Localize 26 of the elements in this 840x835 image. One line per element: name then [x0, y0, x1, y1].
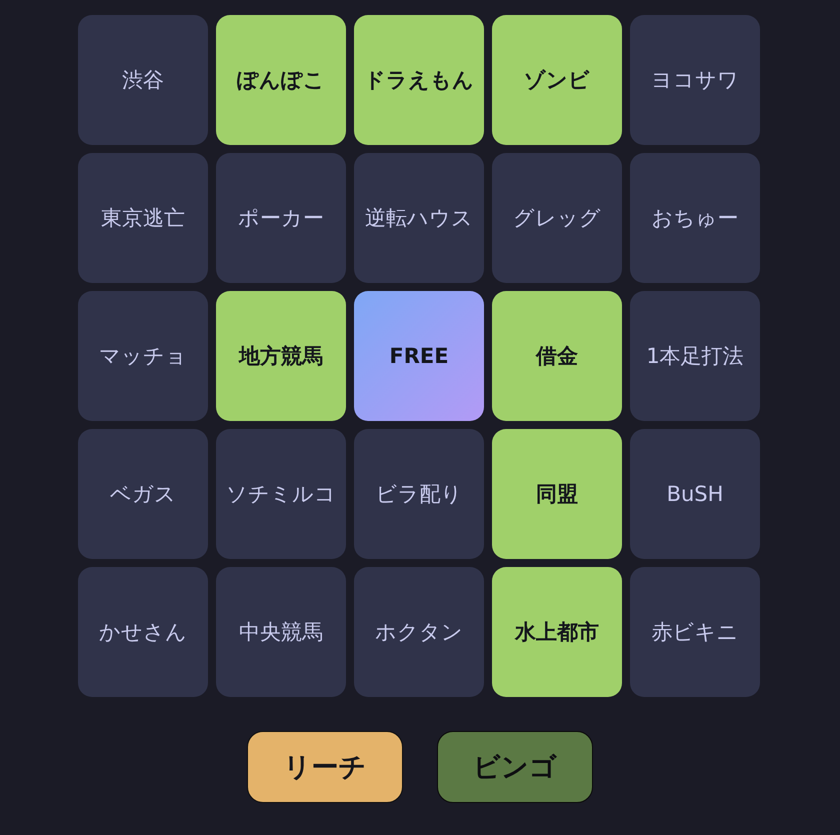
- reach-button[interactable]: リーチ: [247, 731, 403, 803]
- bingo-cell[interactable]: 地方競馬: [216, 291, 346, 421]
- bingo-cell[interactable]: ヨコサワ: [630, 15, 760, 145]
- bingo-cell[interactable]: マッチョ: [78, 291, 208, 421]
- bingo-cell[interactable]: グレッグ: [492, 153, 622, 283]
- bingo-cell[interactable]: 中央競馬: [216, 567, 346, 697]
- bingo-cell[interactable]: ぽんぽこ: [216, 15, 346, 145]
- bingo-cell[interactable]: BuSH: [630, 429, 760, 559]
- bingo-cell[interactable]: FREE: [354, 291, 484, 421]
- bingo-cell[interactable]: ポーカー: [216, 153, 346, 283]
- bingo-cell[interactable]: 水上都市: [492, 567, 622, 697]
- bingo-cell[interactable]: ビラ配り: [354, 429, 484, 559]
- bingo-cell[interactable]: 逆転ハウス: [354, 153, 484, 283]
- bingo-cell[interactable]: 渋谷: [78, 15, 208, 145]
- bingo-cell[interactable]: ソチミルコ: [216, 429, 346, 559]
- bingo-cell[interactable]: ゾンビ: [492, 15, 622, 145]
- bingo-cell[interactable]: 1本足打法: [630, 291, 760, 421]
- bingo-cell[interactable]: ホクタン: [354, 567, 484, 697]
- bingo-cell[interactable]: 同盟: [492, 429, 622, 559]
- bingo-cell[interactable]: おちゅー: [630, 153, 760, 283]
- bingo-cell[interactable]: 借金: [492, 291, 622, 421]
- bingo-cell[interactable]: ドラえもん: [354, 15, 484, 145]
- bingo-cell[interactable]: 赤ビキニ: [630, 567, 760, 697]
- bingo-cell[interactable]: かせさん: [78, 567, 208, 697]
- bingo-cell[interactable]: 東京逃亡: [78, 153, 208, 283]
- bingo-cell[interactable]: ベガス: [78, 429, 208, 559]
